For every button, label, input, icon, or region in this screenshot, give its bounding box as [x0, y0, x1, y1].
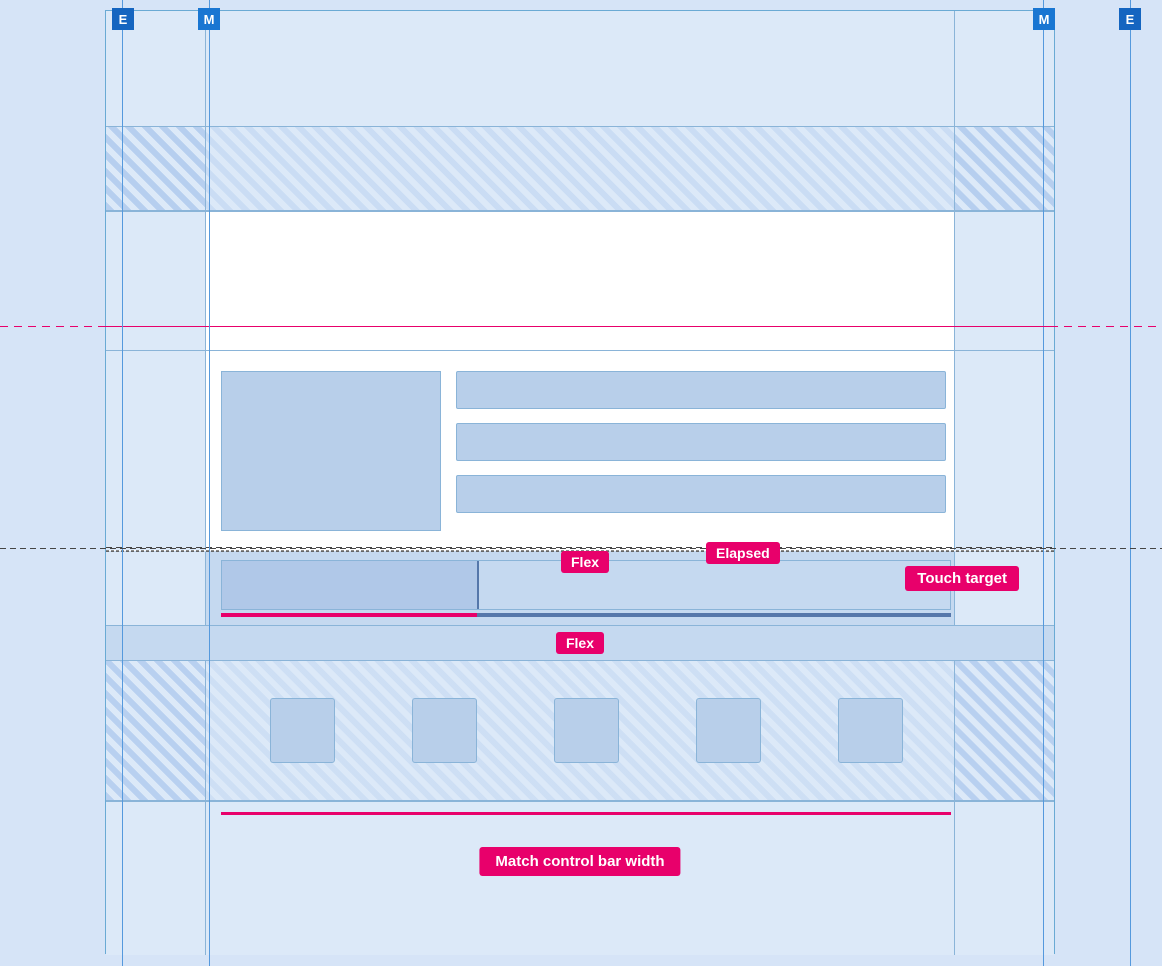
row-content-left — [106, 351, 206, 550]
icon-block-5[interactable] — [838, 698, 903, 763]
row-progress: Elapsed Flex Remaining Touch target — [106, 551, 1054, 626]
row-top — [106, 11, 1054, 126]
full-pink-hline — [0, 326, 1162, 327]
blue-card-left — [221, 371, 441, 531]
row-white-left — [106, 212, 206, 350]
row-progress-left — [106, 552, 206, 625]
marker-top-right-E: E — [1119, 8, 1141, 30]
outer-container: Elapsed Flex Remaining Touch target Flex — [0, 0, 1162, 966]
icon-block-1[interactable] — [270, 698, 335, 763]
icons-right-panel — [954, 661, 1054, 800]
progress-track-filled — [221, 613, 477, 617]
elapsed-section — [222, 561, 477, 609]
bottom-right-panel — [954, 802, 1054, 955]
marker-top-left-M: M — [198, 8, 220, 30]
touch-target-label: Touch target — [905, 566, 1019, 591]
main-box: Elapsed Flex Remaining Touch target Flex — [105, 10, 1055, 954]
full-dark-hline — [0, 548, 1162, 549]
icons-left-panel — [106, 661, 206, 800]
vline-left-M — [209, 0, 210, 966]
hatched-right-panel — [954, 127, 1054, 210]
content-bar-2 — [456, 423, 946, 461]
row-bottom: Match control bar width — [106, 801, 1054, 955]
row-flex2: Flex — [106, 626, 1054, 661]
progress-track-remaining — [477, 613, 952, 617]
content-items — [456, 371, 946, 513]
row-white-right — [954, 212, 1054, 350]
icon-block-2[interactable] — [412, 698, 477, 763]
match-control-label: Match control bar width — [479, 847, 680, 876]
row-icons — [106, 661, 1054, 801]
row-white — [106, 211, 1054, 351]
icon-block-3[interactable] — [554, 698, 619, 763]
progress-thumb — [477, 561, 479, 609]
flex2-label: Flex — [556, 632, 604, 654]
icon-block-4[interactable] — [696, 698, 761, 763]
progress-track — [221, 613, 951, 617]
hatched-left-panel — [106, 127, 206, 210]
flex1-label: Flex — [561, 551, 609, 573]
side-col-right — [1055, 0, 1162, 966]
content-bar-3 — [456, 475, 946, 513]
row-content — [106, 351, 1054, 551]
row-hatched — [106, 126, 1054, 211]
bottom-left-panel — [106, 802, 206, 955]
row-icons-inner — [221, 661, 951, 800]
marker-top-right-M: M — [1033, 8, 1055, 30]
vline-right-E — [1130, 0, 1131, 966]
side-col-left — [0, 0, 105, 966]
bottom-pink-line — [221, 812, 951, 815]
vline-right-M — [1043, 0, 1044, 966]
remaining-section — [477, 561, 950, 609]
row-content-right — [954, 351, 1054, 550]
marker-top-left-E: E — [112, 8, 134, 30]
vline-left-E — [122, 0, 123, 966]
flex1-label-container: Flex — [561, 554, 609, 572]
elapsed-label: Elapsed — [706, 542, 780, 564]
content-bar-1 — [456, 371, 946, 409]
